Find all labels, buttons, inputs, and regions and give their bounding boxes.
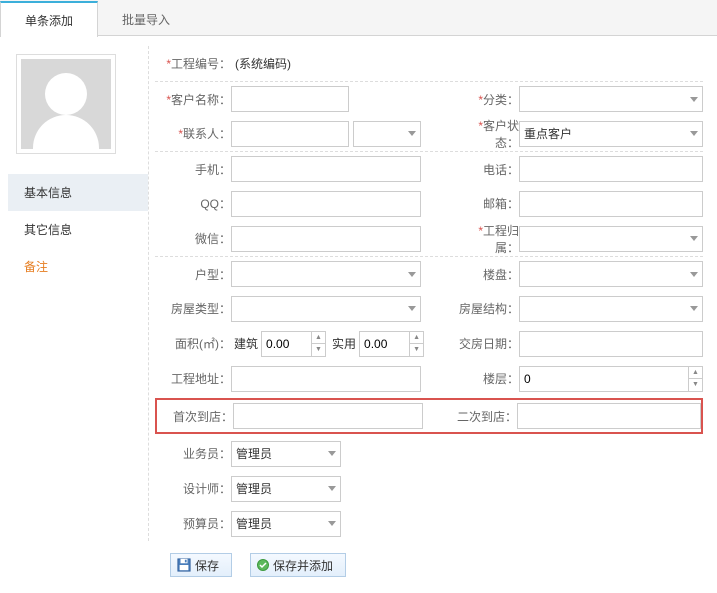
chevron-down-icon <box>690 306 698 311</box>
chevron-up-icon[interactable]: ▲ <box>410 332 423 345</box>
chevron-down-icon <box>690 131 698 136</box>
area-usable-input[interactable] <box>359 331 409 357</box>
chevron-down-icon <box>690 236 698 241</box>
chevron-down-icon <box>690 97 698 102</box>
chevron-down-icon[interactable]: ▼ <box>410 344 423 356</box>
tab-single-add[interactable]: 单条添加 <box>0 1 98 37</box>
save-icon <box>177 558 191 572</box>
category-select[interactable] <box>519 86 703 112</box>
building-select[interactable] <box>519 261 703 287</box>
wechat-input[interactable] <box>231 226 421 252</box>
label-proj-addr: 工程地址： <box>155 370 231 387</box>
side-item-note[interactable]: 备注 <box>8 248 148 285</box>
label-house-type: 户型： <box>155 266 231 283</box>
label-phone: 电话： <box>457 161 519 178</box>
label-floor: 楼层： <box>457 370 519 387</box>
area-build-stepper[interactable]: ▲▼ <box>261 331 326 357</box>
content: 基本信息 其它信息 备注 *工程编号： (系统编码) *客户名称： *分类： *… <box>0 36 717 547</box>
form-area: *工程编号： (系统编码) *客户名称： *分类： *联系人： *客户状态： 重… <box>148 46 709 541</box>
label-structure: 房屋结构： <box>457 300 519 317</box>
chevron-down-icon <box>328 486 336 491</box>
side-item-other[interactable]: 其它信息 <box>8 211 148 248</box>
label-cust-status: *客户状态： <box>457 117 519 151</box>
tabs: 单条添加 批量导入 <box>0 0 717 36</box>
chevron-down-icon <box>690 272 698 277</box>
highlighted-row: 首次到店： 二次到店： <box>155 398 703 434</box>
save-and-add-button[interactable]: 保存并添加 <box>250 553 346 577</box>
label-category: *分类： <box>457 91 519 108</box>
label-area: 面积(㎡)： <box>155 335 231 352</box>
tab-batch-import[interactable]: 批量导入 <box>98 0 194 36</box>
label-email: 邮箱： <box>457 195 519 212</box>
label-deliver-date: 交房日期： <box>457 335 519 352</box>
qq-input[interactable] <box>231 191 421 217</box>
phone-input[interactable] <box>519 156 703 182</box>
chevron-down-icon <box>328 521 336 526</box>
chevron-down-icon <box>408 272 416 277</box>
chevron-down-icon[interactable]: ▼ <box>689 379 702 391</box>
room-type-select[interactable] <box>231 296 421 322</box>
save-button[interactable]: 保存 <box>170 553 232 577</box>
label-contact: *联系人： <box>155 125 231 142</box>
designer-select[interactable]: 管理员 <box>231 476 341 502</box>
side-item-basic[interactable]: 基本信息 <box>8 174 148 211</box>
label-cust-name: *客户名称： <box>155 91 231 108</box>
area-build-input[interactable] <box>261 331 311 357</box>
floor-input[interactable] <box>519 366 688 392</box>
floor-stepper[interactable]: ▲▼ <box>519 366 703 392</box>
second-visit-input[interactable] <box>517 403 701 429</box>
label-area-build: 建筑 <box>234 335 258 352</box>
avatar[interactable] <box>16 54 116 154</box>
area-usable-stepper[interactable]: ▲▼ <box>359 331 424 357</box>
label-area-usable: 实用 <box>332 335 356 352</box>
email-input[interactable] <box>519 191 703 217</box>
contact-title-select[interactable] <box>353 121 421 147</box>
chevron-down-icon <box>408 131 416 136</box>
chevron-down-icon <box>408 306 416 311</box>
contact-input[interactable] <box>231 121 349 147</box>
mobile-input[interactable] <box>231 156 421 182</box>
proj-addr-input[interactable] <box>231 366 421 392</box>
avatar-placeholder-icon <box>21 59 111 149</box>
chevron-down-icon <box>328 451 336 456</box>
label-mobile: 手机： <box>155 161 231 178</box>
first-visit-input[interactable] <box>233 403 423 429</box>
house-type-select[interactable] <box>231 261 421 287</box>
label-salesman: 业务员： <box>155 445 231 462</box>
footer: 保存 保存并添加 <box>0 547 717 589</box>
label-designer: 设计师： <box>155 480 231 497</box>
label-qq: QQ： <box>155 195 231 212</box>
chevron-up-icon[interactable]: ▲ <box>689 367 702 380</box>
label-room-type: 房屋类型： <box>155 300 231 317</box>
label-first-visit: 首次到店： <box>157 408 233 425</box>
chevron-up-icon[interactable]: ▲ <box>312 332 325 345</box>
structure-select[interactable] <box>519 296 703 322</box>
estimator-select[interactable]: 管理员 <box>231 511 341 537</box>
label-estimator: 预算员： <box>155 515 231 532</box>
deliver-date-input[interactable] <box>519 331 703 357</box>
salesman-select[interactable]: 管理员 <box>231 441 341 467</box>
sidebar: 基本信息 其它信息 备注 <box>8 46 148 541</box>
label-proj-owner: *工程归属： <box>457 222 519 256</box>
cust-status-select[interactable]: 重点客户 <box>519 121 703 147</box>
check-circle-icon <box>257 559 269 571</box>
label-building: 楼盘： <box>457 266 519 283</box>
proj-number-value: (系统编码) <box>235 55 291 72</box>
label-second-visit: 二次到店： <box>455 408 517 425</box>
label-proj-number: *工程编号： <box>155 55 231 72</box>
chevron-down-icon[interactable]: ▼ <box>312 344 325 356</box>
label-wechat: 微信： <box>155 230 231 247</box>
cust-name-input[interactable] <box>231 86 349 112</box>
proj-owner-select[interactable] <box>519 226 703 252</box>
